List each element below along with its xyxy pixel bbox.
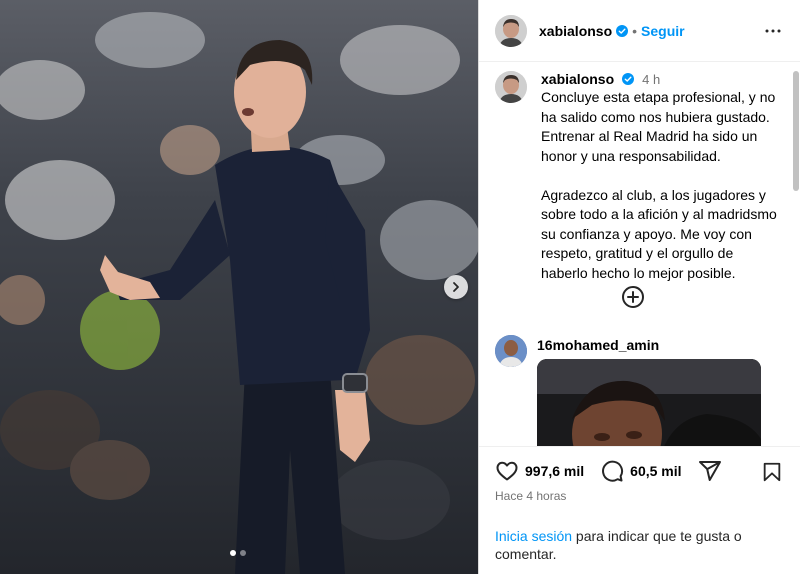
- separator: •: [632, 22, 638, 39]
- load-more-comments-button[interactable]: [621, 285, 645, 314]
- comment-gif: [537, 359, 761, 446]
- post-photo: [0, 0, 478, 574]
- comments-scrollbar[interactable]: [793, 71, 799, 191]
- login-link[interactable]: Inicia sesión: [495, 528, 572, 544]
- likes-count: 997,6 mil: [525, 463, 585, 479]
- comment-username[interactable]: 16mohamed_amin: [537, 337, 659, 353]
- author-avatar-image: [495, 14, 527, 47]
- add-circle-icon: [622, 286, 644, 308]
- save-button[interactable]: [761, 461, 783, 488]
- follow-button[interactable]: Seguir: [641, 23, 685, 39]
- post-media[interactable]: [0, 0, 478, 574]
- comments-section[interactable]: xabialonso 4 h Concluye esta etapa profe…: [479, 63, 800, 446]
- caption-avatar-image: [495, 71, 527, 103]
- comment-avatar[interactable]: [495, 335, 527, 367]
- chevron-right-icon: [453, 282, 459, 292]
- post-details-panel: xabialonso • Seguir xabialonso 4 h Concl…: [478, 0, 800, 574]
- author-avatar[interactable]: [495, 14, 527, 47]
- caption-avatar[interactable]: [495, 71, 527, 103]
- comment-button[interactable]: 60,5 mil: [600, 459, 682, 483]
- post-time: Hace 4 horas: [495, 489, 567, 503]
- login-prompt: Inicia sesión para indicar que te gusta …: [495, 527, 785, 563]
- actions-area: 997,6 mil 60,5 mil Hace 4 horas Inicia s…: [479, 446, 800, 574]
- post-header: xabialonso • Seguir: [479, 0, 800, 62]
- caption-time: 4 h: [642, 71, 661, 87]
- comment-icon: [602, 460, 624, 482]
- more-options-button[interactable]: [761, 19, 785, 48]
- action-row: 997,6 mil 60,5 mil: [495, 459, 722, 483]
- carousel-dot-active: [230, 550, 236, 556]
- caption-text: Concluye esta etapa profesional, y no ha…: [541, 89, 777, 281]
- author-username[interactable]: xabialonso: [539, 23, 612, 39]
- comment-gif-image: [537, 359, 761, 446]
- comments-count: 60,5 mil: [630, 463, 682, 479]
- bookmark-icon: [763, 462, 781, 482]
- more-options-icon: [765, 29, 781, 33]
- heart-icon: [496, 461, 518, 481]
- verified-badge-icon: [622, 73, 635, 85]
- share-icon: [698, 461, 721, 481]
- caption-username[interactable]: xabialonso: [541, 71, 614, 87]
- like-button[interactable]: 997,6 mil: [495, 459, 584, 483]
- comment-avatar-image: [495, 335, 527, 367]
- carousel-dots: [230, 550, 246, 556]
- share-button[interactable]: [698, 459, 722, 483]
- next-slide-button[interactable]: [444, 275, 468, 299]
- carousel-dot: [240, 550, 246, 556]
- verified-badge-icon: [616, 24, 629, 37]
